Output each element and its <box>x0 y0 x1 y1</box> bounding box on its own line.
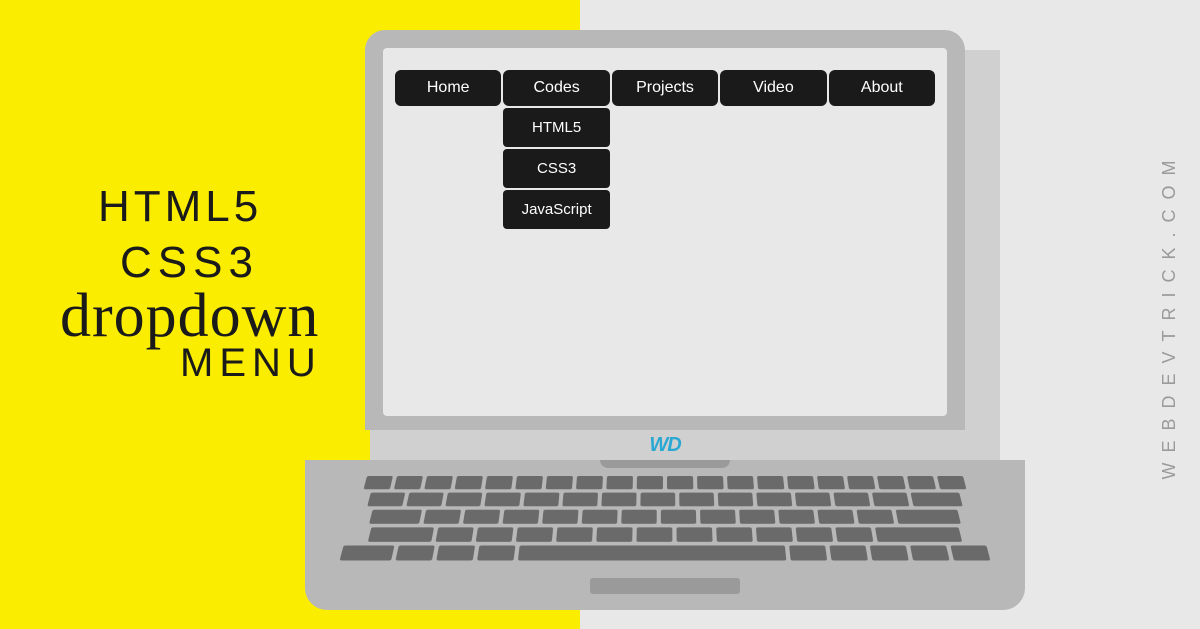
headline: HTML5 CSS3 dropdown MENU <box>60 185 322 383</box>
dropdown-css3[interactable]: CSS3 <box>503 149 609 188</box>
screen-area: Home Codes HTML5 CSS3 JavaScript Project… <box>383 48 947 416</box>
dropdown-menu: HTML5 CSS3 JavaScript <box>503 108 609 231</box>
nav-codes-label: Codes <box>533 79 579 96</box>
trackpad <box>590 578 740 594</box>
title-dropdown: dropdown <box>60 285 322 347</box>
nav-projects-label: Projects <box>636 79 694 96</box>
laptop-logo: WD <box>350 430 980 460</box>
dropdown-css3-label: CSS3 <box>537 160 576 177</box>
nav-home[interactable]: Home <box>395 70 501 106</box>
dropdown-javascript[interactable]: JavaScript <box>503 190 609 229</box>
laptop-base <box>305 460 1025 610</box>
nav-projects[interactable]: Projects <box>612 70 718 106</box>
nav-video-label: Video <box>753 79 794 96</box>
title-html5: HTML5 <box>98 185 322 229</box>
dropdown-javascript-label: JavaScript <box>522 201 592 218</box>
nav-bar: Home Codes HTML5 CSS3 JavaScript Project… <box>395 70 935 106</box>
title-css3: CSS3 <box>120 241 322 285</box>
dropdown-html5[interactable]: HTML5 <box>503 108 609 147</box>
nav-video[interactable]: Video <box>720 70 826 106</box>
keyboard <box>321 476 1008 560</box>
nav-codes[interactable]: Codes HTML5 CSS3 JavaScript <box>503 70 609 106</box>
nav-about-label: About <box>861 79 903 96</box>
nav-home-label: Home <box>427 79 470 96</box>
watermark-text: WEBDEVTRICK.COM <box>1159 150 1180 479</box>
dropdown-html5-label: HTML5 <box>532 119 581 136</box>
title-menu: MENU <box>180 343 322 383</box>
screen-bezel: Home Codes HTML5 CSS3 JavaScript Project… <box>365 30 965 430</box>
nav-about[interactable]: About <box>829 70 935 106</box>
laptop-graphic: Home Codes HTML5 CSS3 JavaScript Project… <box>350 30 980 590</box>
